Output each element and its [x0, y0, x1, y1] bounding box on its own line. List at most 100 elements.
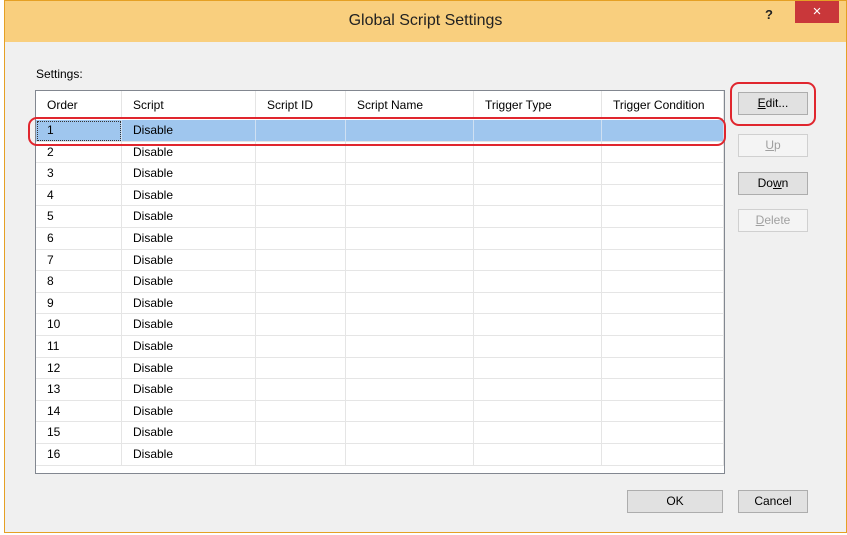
table-row[interactable]: 6 Disable	[36, 227, 724, 250]
down-label-accel: w	[772, 176, 782, 190]
column-header-trigger-type[interactable]: Trigger Type	[474, 91, 602, 119]
cell-trigger-condition	[602, 249, 724, 272]
cell-script-id	[256, 227, 346, 250]
cell-script-name	[346, 163, 474, 185]
column-header-trigger-condition[interactable]: Trigger Condition	[602, 91, 724, 119]
cell-script-name	[346, 227, 474, 250]
cell-trigger-condition	[602, 314, 724, 336]
cell-trigger-type	[474, 422, 602, 444]
cell-trigger-type	[474, 249, 602, 272]
up-label-accel: U	[765, 138, 774, 152]
cell-script: Disable	[122, 422, 256, 444]
settings-label: Settings:	[36, 67, 83, 81]
table-row[interactable]: 12 Disable	[36, 357, 724, 380]
cell-script: Disable	[122, 400, 256, 423]
table-row[interactable]: 16 Disable	[36, 443, 724, 466]
up-button[interactable]: Up	[738, 134, 808, 157]
cell-script-id	[256, 249, 346, 272]
table-row[interactable]: 8 Disable	[36, 271, 724, 293]
table-row[interactable]: 14 Disable	[36, 400, 724, 423]
table-row[interactable]: 9 Disable	[36, 292, 724, 315]
cell-trigger-condition	[602, 443, 724, 466]
cell-order: 4	[36, 184, 122, 207]
cell-script-name	[346, 400, 474, 423]
delete-button[interactable]: Delete	[738, 209, 808, 232]
cell-order: 15	[36, 422, 122, 444]
cell-script-name	[346, 206, 474, 228]
script-table[interactable]: Order Script Script ID Script Name Trigg…	[35, 90, 725, 474]
cell-script: Disable	[122, 314, 256, 336]
cell-script-id	[256, 206, 346, 228]
cell-script: Disable	[122, 443, 256, 466]
table-row[interactable]: 7 Disable	[36, 249, 724, 272]
cell-trigger-type	[474, 271, 602, 293]
cell-trigger-type	[474, 163, 602, 185]
table-row[interactable]: 11 Disable	[36, 335, 724, 358]
cell-trigger-condition	[602, 422, 724, 444]
cell-order: 12	[36, 357, 122, 380]
cell-script-name	[346, 292, 474, 315]
dialog-title: Global Script Settings	[348, 12, 503, 29]
column-header-script-id[interactable]: Script ID	[256, 91, 346, 119]
cell-trigger-type	[474, 184, 602, 207]
global-script-settings-dialog: Global Script Settings ? × Settings: Ord…	[4, 0, 847, 533]
cell-script-id	[256, 443, 346, 466]
ok-button[interactable]: OK	[627, 490, 723, 513]
cell-trigger-condition	[602, 163, 724, 185]
cell-script-id	[256, 357, 346, 380]
cell-order: 7	[36, 249, 122, 272]
cell-script-id	[256, 184, 346, 207]
down-button[interactable]: Down	[738, 172, 808, 195]
column-header-order[interactable]: Order	[36, 91, 122, 119]
cell-trigger-type	[474, 335, 602, 358]
cell-script: Disable	[122, 335, 256, 358]
cell-order: 13	[36, 379, 122, 401]
cell-trigger-condition	[602, 357, 724, 380]
cell-script: Disable	[122, 292, 256, 315]
delete-label-accel: D	[755, 213, 765, 227]
cell-script-name	[346, 249, 474, 272]
table-row[interactable]: 13 Disable	[36, 379, 724, 401]
table-row[interactable]: 15 Disable	[36, 422, 724, 444]
close-button[interactable]: ×	[795, 1, 839, 23]
table-header: Order Script Script ID Script Name Trigg…	[36, 91, 724, 119]
cell-trigger-type	[474, 206, 602, 228]
cell-trigger-type	[474, 292, 602, 315]
cell-trigger-condition	[602, 184, 724, 207]
cell-order: 10	[36, 314, 122, 336]
cell-script-name	[346, 314, 474, 336]
table-row[interactable]: 4 Disable	[36, 184, 724, 207]
cell-trigger-type	[474, 379, 602, 401]
title-bar[interactable]: Global Script Settings ? ×	[5, 1, 846, 42]
table-row[interactable]: 3 Disable	[36, 163, 724, 185]
cell-script-name	[346, 422, 474, 444]
cell-trigger-type	[474, 400, 602, 423]
edit-button-highlight	[730, 82, 816, 126]
cell-trigger-type	[474, 443, 602, 466]
delete-label-post: elete	[764, 213, 791, 227]
cell-order: 8	[36, 271, 122, 293]
cell-order: 14	[36, 400, 122, 423]
cell-script-name	[346, 271, 474, 293]
cell-order: 11	[36, 335, 122, 358]
table-row[interactable]: 10 Disable	[36, 314, 724, 336]
cell-script-id	[256, 335, 346, 358]
down-label-post: n	[781, 176, 789, 190]
cell-trigger-condition	[602, 271, 724, 293]
cell-script-name	[346, 184, 474, 207]
column-header-script[interactable]: Script	[122, 91, 256, 119]
cell-script-id	[256, 379, 346, 401]
cancel-button[interactable]: Cancel	[738, 490, 808, 513]
cell-trigger-condition	[602, 292, 724, 315]
cell-order: 3	[36, 163, 122, 185]
cell-script-id	[256, 292, 346, 315]
cell-script: Disable	[122, 227, 256, 250]
help-button[interactable]: ?	[758, 5, 780, 25]
cell-script: Disable	[122, 163, 256, 185]
up-label-post: p	[773, 138, 781, 152]
cell-script-name	[346, 443, 474, 466]
table-row[interactable]: 5 Disable	[36, 206, 724, 228]
column-header-script-name[interactable]: Script Name	[346, 91, 474, 119]
cell-order: 5	[36, 206, 122, 228]
cell-script: Disable	[122, 379, 256, 401]
